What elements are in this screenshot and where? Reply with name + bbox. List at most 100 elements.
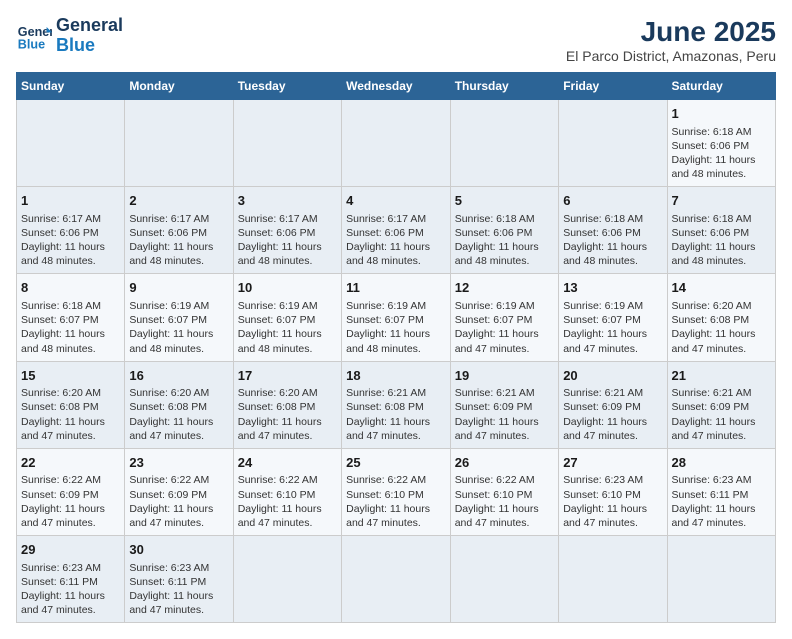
calendar-cell: 14Sunrise: 6:20 AMSunset: 6:08 PMDayligh…: [667, 274, 776, 361]
daylight-text: Daylight: 11 hours and 48 minutes.: [455, 240, 554, 268]
sunset-text: Sunset: 6:10 PM: [563, 488, 662, 502]
sunset-text: Sunset: 6:11 PM: [672, 488, 772, 502]
logo-icon: General Blue: [16, 18, 52, 54]
daylight-text: Daylight: 11 hours and 47 minutes.: [563, 502, 662, 530]
sunset-text: Sunset: 6:11 PM: [21, 575, 120, 589]
day-number: 6: [563, 192, 662, 210]
sunset-text: Sunset: 6:07 PM: [129, 313, 228, 327]
day-number: 9: [129, 279, 228, 297]
day-number: 20: [563, 367, 662, 385]
sunset-text: Sunset: 6:06 PM: [21, 226, 120, 240]
sunset-text: Sunset: 6:11 PM: [129, 575, 228, 589]
day-number: 12: [455, 279, 554, 297]
sunset-text: Sunset: 6:06 PM: [129, 226, 228, 240]
sunset-text: Sunset: 6:09 PM: [455, 400, 554, 414]
day-number: 8: [21, 279, 120, 297]
calendar-cell: [342, 100, 451, 187]
day-number: 18: [346, 367, 446, 385]
header-tuesday: Tuesday: [233, 73, 341, 100]
sunrise-text: Sunrise: 6:19 AM: [455, 299, 554, 313]
calendar-cell: 24Sunrise: 6:22 AMSunset: 6:10 PMDayligh…: [233, 448, 341, 535]
daylight-text: Daylight: 11 hours and 48 minutes.: [563, 240, 662, 268]
calendar-cell: [233, 536, 341, 623]
calendar-cell: 23Sunrise: 6:22 AMSunset: 6:09 PMDayligh…: [125, 448, 233, 535]
calendar-cell: 18Sunrise: 6:21 AMSunset: 6:08 PMDayligh…: [342, 361, 451, 448]
daylight-text: Daylight: 11 hours and 48 minutes.: [238, 327, 337, 355]
day-number: 1: [672, 105, 772, 123]
sunrise-text: Sunrise: 6:17 AM: [346, 212, 446, 226]
calendar-week-5: 22Sunrise: 6:22 AMSunset: 6:09 PMDayligh…: [17, 448, 776, 535]
day-number: 10: [238, 279, 337, 297]
sunset-text: Sunset: 6:06 PM: [346, 226, 446, 240]
header-thursday: Thursday: [450, 73, 558, 100]
sunrise-text: Sunrise: 6:22 AM: [346, 473, 446, 487]
daylight-text: Daylight: 11 hours and 47 minutes.: [21, 589, 120, 617]
sunset-text: Sunset: 6:06 PM: [672, 226, 772, 240]
daylight-text: Daylight: 11 hours and 47 minutes.: [455, 502, 554, 530]
day-number: 30: [129, 541, 228, 559]
sunrise-text: Sunrise: 6:20 AM: [672, 299, 772, 313]
sunset-text: Sunset: 6:08 PM: [238, 400, 337, 414]
day-number: 23: [129, 454, 228, 472]
sunrise-text: Sunrise: 6:23 AM: [672, 473, 772, 487]
day-number: 21: [672, 367, 772, 385]
day-number: 17: [238, 367, 337, 385]
daylight-text: Daylight: 11 hours and 47 minutes.: [129, 589, 228, 617]
sunset-text: Sunset: 6:09 PM: [563, 400, 662, 414]
calendar-cell: 9Sunrise: 6:19 AMSunset: 6:07 PMDaylight…: [125, 274, 233, 361]
daylight-text: Daylight: 11 hours and 48 minutes.: [129, 240, 228, 268]
daylight-text: Daylight: 11 hours and 47 minutes.: [563, 415, 662, 443]
sunrise-text: Sunrise: 6:23 AM: [21, 561, 120, 575]
sunrise-text: Sunrise: 6:21 AM: [672, 386, 772, 400]
daylight-text: Daylight: 11 hours and 47 minutes.: [455, 327, 554, 355]
sunrise-text: Sunrise: 6:22 AM: [238, 473, 337, 487]
calendar-cell: 15Sunrise: 6:20 AMSunset: 6:08 PMDayligh…: [17, 361, 125, 448]
calendar-week-4: 15Sunrise: 6:20 AMSunset: 6:08 PMDayligh…: [17, 361, 776, 448]
sunset-text: Sunset: 6:06 PM: [563, 226, 662, 240]
sunset-text: Sunset: 6:06 PM: [672, 139, 772, 153]
calendar-cell: 11Sunrise: 6:19 AMSunset: 6:07 PMDayligh…: [342, 274, 451, 361]
day-number: 3: [238, 192, 337, 210]
day-number: 22: [21, 454, 120, 472]
day-number: 2: [129, 192, 228, 210]
calendar-week-3: 8Sunrise: 6:18 AMSunset: 6:07 PMDaylight…: [17, 274, 776, 361]
calendar-title: June 2025: [566, 16, 776, 48]
calendar-header: SundayMondayTuesdayWednesdayThursdayFrid…: [17, 73, 776, 100]
day-number: 4: [346, 192, 446, 210]
calendar-cell: [450, 100, 558, 187]
sunset-text: Sunset: 6:07 PM: [563, 313, 662, 327]
day-number: 16: [129, 367, 228, 385]
sunrise-text: Sunrise: 6:23 AM: [129, 561, 228, 575]
calendar-cell: 8Sunrise: 6:18 AMSunset: 6:07 PMDaylight…: [17, 274, 125, 361]
day-number: 1: [21, 192, 120, 210]
day-number: 25: [346, 454, 446, 472]
sunset-text: Sunset: 6:06 PM: [238, 226, 337, 240]
day-number: 26: [455, 454, 554, 472]
sunrise-text: Sunrise: 6:17 AM: [238, 212, 337, 226]
day-number: 29: [21, 541, 120, 559]
daylight-text: Daylight: 11 hours and 48 minutes.: [672, 240, 772, 268]
sunset-text: Sunset: 6:07 PM: [21, 313, 120, 327]
day-number: 13: [563, 279, 662, 297]
day-number: 7: [672, 192, 772, 210]
calendar-cell: 1Sunrise: 6:17 AMSunset: 6:06 PMDaylight…: [17, 187, 125, 274]
title-block: June 2025 El Parco District, Amazonas, P…: [566, 16, 776, 64]
daylight-text: Daylight: 11 hours and 48 minutes.: [21, 327, 120, 355]
logo: General Blue General Blue: [16, 16, 123, 56]
sunrise-text: Sunrise: 6:18 AM: [455, 212, 554, 226]
calendar-cell: 10Sunrise: 6:19 AMSunset: 6:07 PMDayligh…: [233, 274, 341, 361]
calendar-week-6: 29Sunrise: 6:23 AMSunset: 6:11 PMDayligh…: [17, 536, 776, 623]
daylight-text: Daylight: 11 hours and 48 minutes.: [346, 240, 446, 268]
calendar-cell: 1Sunrise: 6:18 AMSunset: 6:06 PMDaylight…: [667, 100, 776, 187]
daylight-text: Daylight: 11 hours and 47 minutes.: [238, 415, 337, 443]
daylight-text: Daylight: 11 hours and 47 minutes.: [672, 327, 772, 355]
daylight-text: Daylight: 11 hours and 48 minutes.: [129, 327, 228, 355]
sunrise-text: Sunrise: 6:20 AM: [21, 386, 120, 400]
header-sunday: Sunday: [17, 73, 125, 100]
sunrise-text: Sunrise: 6:17 AM: [129, 212, 228, 226]
calendar-cell: 26Sunrise: 6:22 AMSunset: 6:10 PMDayligh…: [450, 448, 558, 535]
sunset-text: Sunset: 6:07 PM: [346, 313, 446, 327]
sunrise-text: Sunrise: 6:19 AM: [346, 299, 446, 313]
day-number: 5: [455, 192, 554, 210]
sunrise-text: Sunrise: 6:19 AM: [563, 299, 662, 313]
